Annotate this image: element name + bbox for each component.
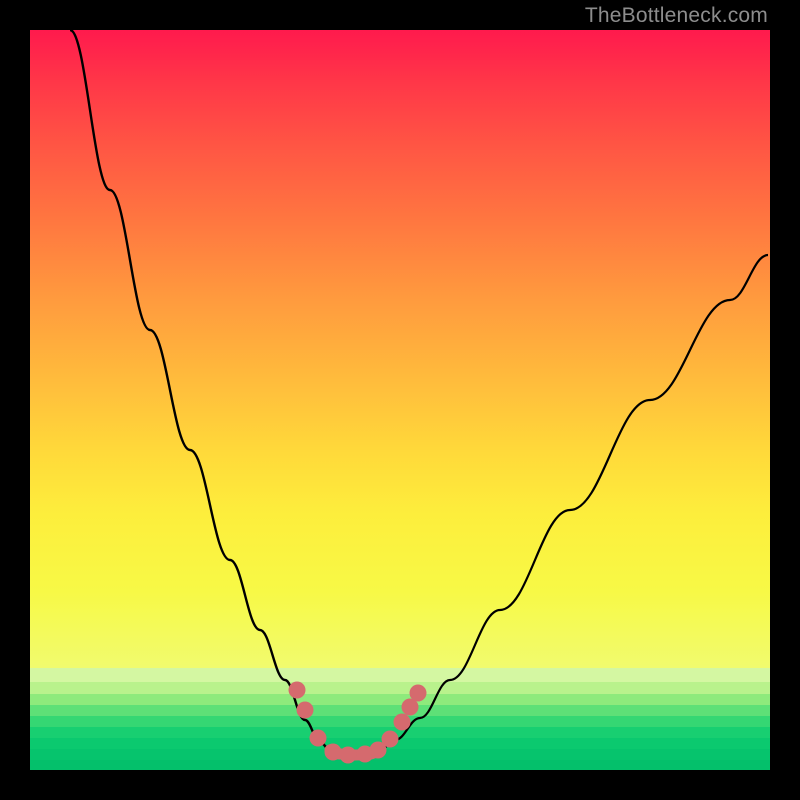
band-2 bbox=[30, 682, 770, 694]
band-6 bbox=[30, 727, 770, 738]
band-4 bbox=[30, 705, 770, 716]
band-7 bbox=[30, 738, 770, 749]
chart-frame: TheBottleneck.com bbox=[0, 0, 800, 800]
band-1 bbox=[30, 668, 770, 682]
gradient-main bbox=[30, 30, 770, 668]
plot-area bbox=[30, 30, 770, 770]
band-5 bbox=[30, 716, 770, 727]
band-3 bbox=[30, 694, 770, 705]
band-8 bbox=[30, 749, 770, 760]
background-gradient bbox=[30, 30, 770, 770]
watermark-text: TheBottleneck.com bbox=[585, 4, 768, 28]
band-9 bbox=[30, 760, 770, 770]
